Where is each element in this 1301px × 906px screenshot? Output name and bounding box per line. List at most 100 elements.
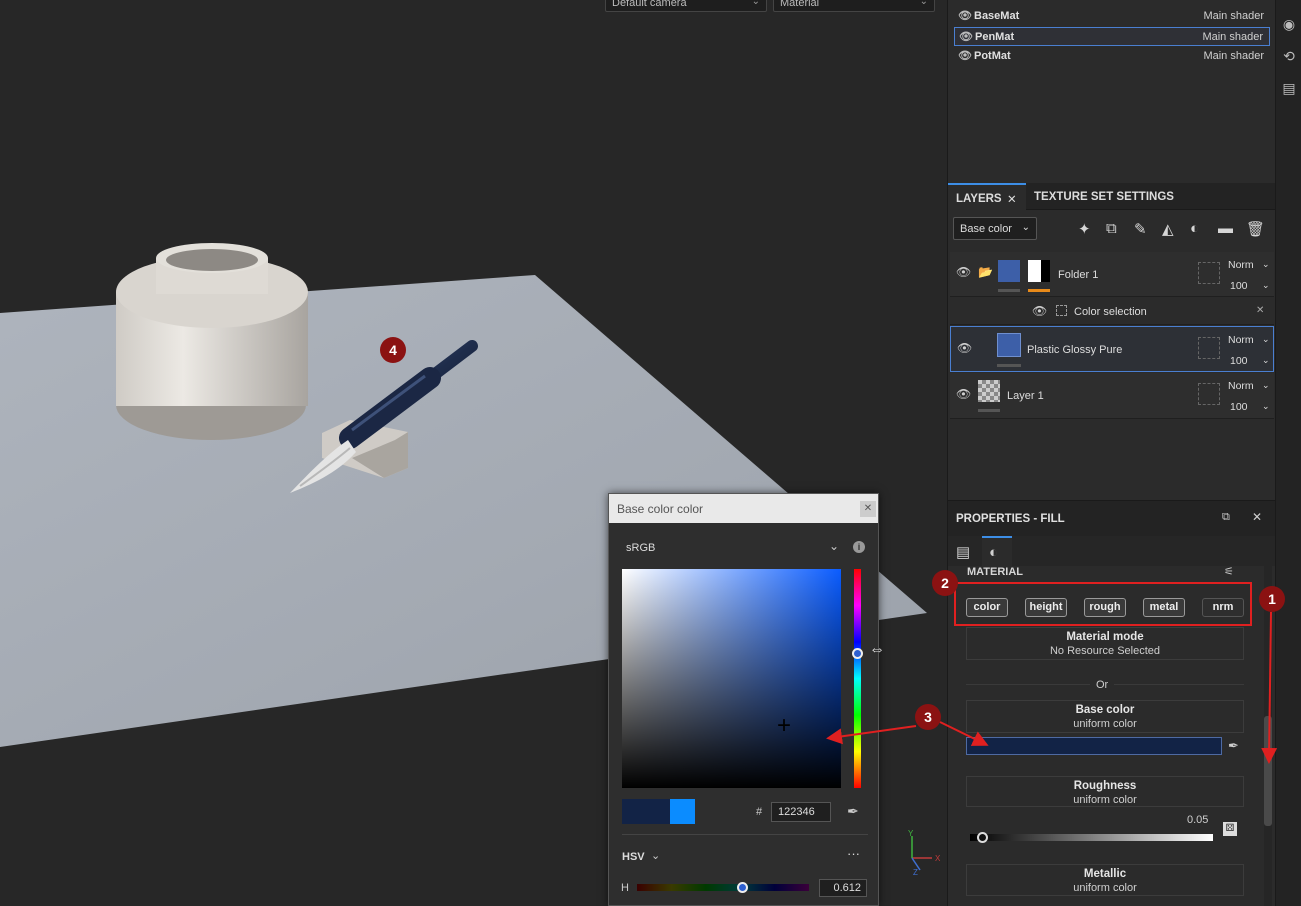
channel-color-button[interactable]: color (966, 598, 1008, 617)
blend-mode[interactable]: Norm (1228, 334, 1254, 346)
close-icon[interactable]: ✕ (1256, 305, 1264, 316)
layer-row-plastic-glossy-pure[interactable]: 👁 Plastic Glossy Pure Norm ⌄ 100 ⌄ (950, 326, 1274, 372)
roughness-source-button[interactable]: Roughness uniform color (966, 776, 1244, 807)
roughness-slider-track[interactable] (970, 834, 1213, 841)
texture-set-name: PotMat (974, 50, 1011, 62)
eye-icon[interactable]: 👁 (958, 49, 972, 62)
properties-header: PROPERTIES - FILL ⧉ ✕ (948, 500, 1275, 536)
tab-layers[interactable]: LAYERS ✕ (948, 183, 1026, 210)
camera-select[interactable]: Default camera ⌄ (605, 0, 767, 12)
divider (622, 834, 868, 835)
previous-color-swatch[interactable] (670, 799, 695, 824)
hue-channel-handle[interactable] (737, 882, 748, 893)
channel-select[interactable]: Base color ⌄ (953, 217, 1037, 240)
tab-texture-set-label: TEXTURE SET SETTINGS (1034, 191, 1174, 203)
globe-icon[interactable]: ◉ (1281, 16, 1297, 32)
chevron-down-icon[interactable]: ⌄ (829, 539, 839, 553)
hue-slider[interactable] (854, 569, 861, 788)
chevron-down-icon: ⌄ (1262, 380, 1270, 390)
metallic-source-button[interactable]: Metallic uniform color (966, 864, 1244, 896)
eye-icon[interactable]: 👁 (1032, 304, 1047, 318)
color-space-select[interactable]: sRGB (626, 542, 655, 554)
layer-mask-slot[interactable] (1198, 262, 1220, 284)
channel-height-button[interactable]: height (1025, 598, 1067, 617)
layer-row-folder-1[interactable]: 👁 📂 Folder 1 Norm ⌄ 100 ⌄ (950, 252, 1274, 297)
chevron-down-icon: ⌄ (1262, 280, 1270, 290)
axis-gizmo (911, 836, 932, 871)
brush-icon[interactable]: ✎ (1134, 220, 1147, 238)
metallic-sub: uniform color (1073, 882, 1137, 894)
texture-set-shader: Main shader (1202, 31, 1263, 43)
base-color-source-button[interactable]: Base color uniform color (966, 700, 1244, 733)
material-tab[interactable]: ◐ (982, 536, 1012, 566)
random-seed-icon[interactable]: ⚄ (1223, 822, 1237, 836)
eyedropper-icon[interactable]: ✒ (1228, 738, 1239, 754)
hex-label: # (756, 806, 763, 818)
current-color-swatch (622, 799, 670, 824)
chevron-down-icon[interactable]: ⌄ (651, 849, 660, 862)
blend-mode[interactable]: Norm (1228, 380, 1254, 392)
saturation-value-area[interactable] (622, 569, 841, 788)
eye-icon[interactable]: 👁 (956, 387, 971, 401)
fill-bucket-icon[interactable]: ◭ (1162, 220, 1174, 238)
picker-crosshair[interactable]: + (777, 714, 791, 738)
texture-set-penmat[interactable]: 👁 PenMat Main shader (954, 27, 1270, 46)
eye-icon[interactable]: 👁 (956, 265, 971, 279)
material-mode-button[interactable]: Material mode No Resource Selected (966, 627, 1244, 660)
or-label: Or (1090, 679, 1115, 691)
roughness-title: Roughness (1073, 780, 1137, 792)
hex-input[interactable]: 122346 (771, 802, 831, 822)
log-icon[interactable]: ▤ (1281, 80, 1297, 96)
eye-icon[interactable]: 👁 (959, 30, 973, 43)
texture-set-basemat[interactable]: 👁 BaseMat Main shader (954, 7, 1270, 26)
selection-icon (1056, 305, 1067, 316)
layer-mask-thumbnail[interactable] (1028, 260, 1050, 282)
hue-channel-slider[interactable] (637, 884, 809, 891)
layer-effect-color-selection[interactable]: 👁 Color selection ✕ (950, 298, 1274, 325)
color-picker-dialog[interactable]: Base color color ✕ sRGB ⌄ i + ⇔ # 122346… (608, 493, 885, 906)
channel-nrm-button[interactable]: nrm (1202, 598, 1244, 617)
folder-icon[interactable]: ▬ (1218, 220, 1233, 237)
channel-rough-button[interactable]: rough (1084, 598, 1126, 617)
roughness-value[interactable]: 0.05 (1187, 814, 1208, 826)
hue-slider-handle[interactable] (852, 648, 863, 659)
layer-opacity[interactable]: 100 (1230, 355, 1248, 367)
close-icon[interactable]: ✕ (1007, 192, 1017, 206)
magic-wand-icon[interactable]: ✦ (1078, 220, 1091, 238)
info-icon[interactable]: i (853, 541, 865, 553)
smart-material-icon[interactable]: ◐ (1190, 220, 1199, 237)
eye-icon[interactable]: 👁 (957, 341, 972, 355)
history-icon[interactable]: ⟲ (1281, 48, 1297, 64)
more-options-icon[interactable]: ··· (847, 846, 860, 861)
pot-model (116, 243, 308, 440)
texture-set-potmat[interactable]: 👁 PotMat Main shader (954, 47, 1270, 66)
folder-icon: 📂 (978, 265, 993, 279)
channel-metal-button[interactable]: metal (1143, 598, 1185, 617)
close-icon[interactable]: ✕ (1252, 510, 1262, 524)
section-options-icon[interactable]: ⚟ (1224, 565, 1234, 578)
layer-row-layer-1[interactable]: 👁 Layer 1 Norm ⌄ 100 ⌄ (950, 373, 1274, 419)
eyedropper-icon[interactable]: ✒ (847, 803, 859, 820)
color-picker-titlebar[interactable]: Base color color ✕ (609, 494, 878, 523)
layer-mask-slot[interactable] (1198, 383, 1220, 405)
popout-icon[interactable]: ⧉ (1222, 511, 1230, 524)
camera-select-value: Default camera (612, 0, 687, 9)
add-effect-icon[interactable]: ⧉ (1106, 220, 1117, 237)
scrollbar-thumb[interactable] (1264, 716, 1272, 826)
base-color-sub: uniform color (1073, 718, 1137, 730)
close-icon[interactable]: ✕ (860, 501, 876, 517)
blend-mode[interactable]: Norm (1228, 259, 1254, 271)
layer-opacity[interactable]: 100 (1230, 280, 1248, 292)
eye-icon[interactable]: 👁 (958, 9, 972, 22)
hue-value-input[interactable]: 0.612 (819, 879, 867, 897)
trash-icon[interactable]: 🗑 (1246, 220, 1265, 238)
layer-opacity[interactable]: 100 (1230, 401, 1248, 413)
chevron-down-icon: ⌄ (1262, 334, 1270, 344)
color-mode-select[interactable]: HSV (622, 851, 645, 863)
layer-mask-slot[interactable] (1198, 337, 1220, 359)
tab-texture-set-settings[interactable]: TEXTURE SET SETTINGS (1034, 183, 1174, 210)
viewport-mode-select[interactable]: Material ⌄ (773, 0, 935, 12)
base-color-swatch[interactable] (966, 737, 1222, 755)
fill-settings-icon[interactable]: ▤ (956, 543, 970, 561)
properties-scrollbar[interactable] (1264, 566, 1272, 906)
